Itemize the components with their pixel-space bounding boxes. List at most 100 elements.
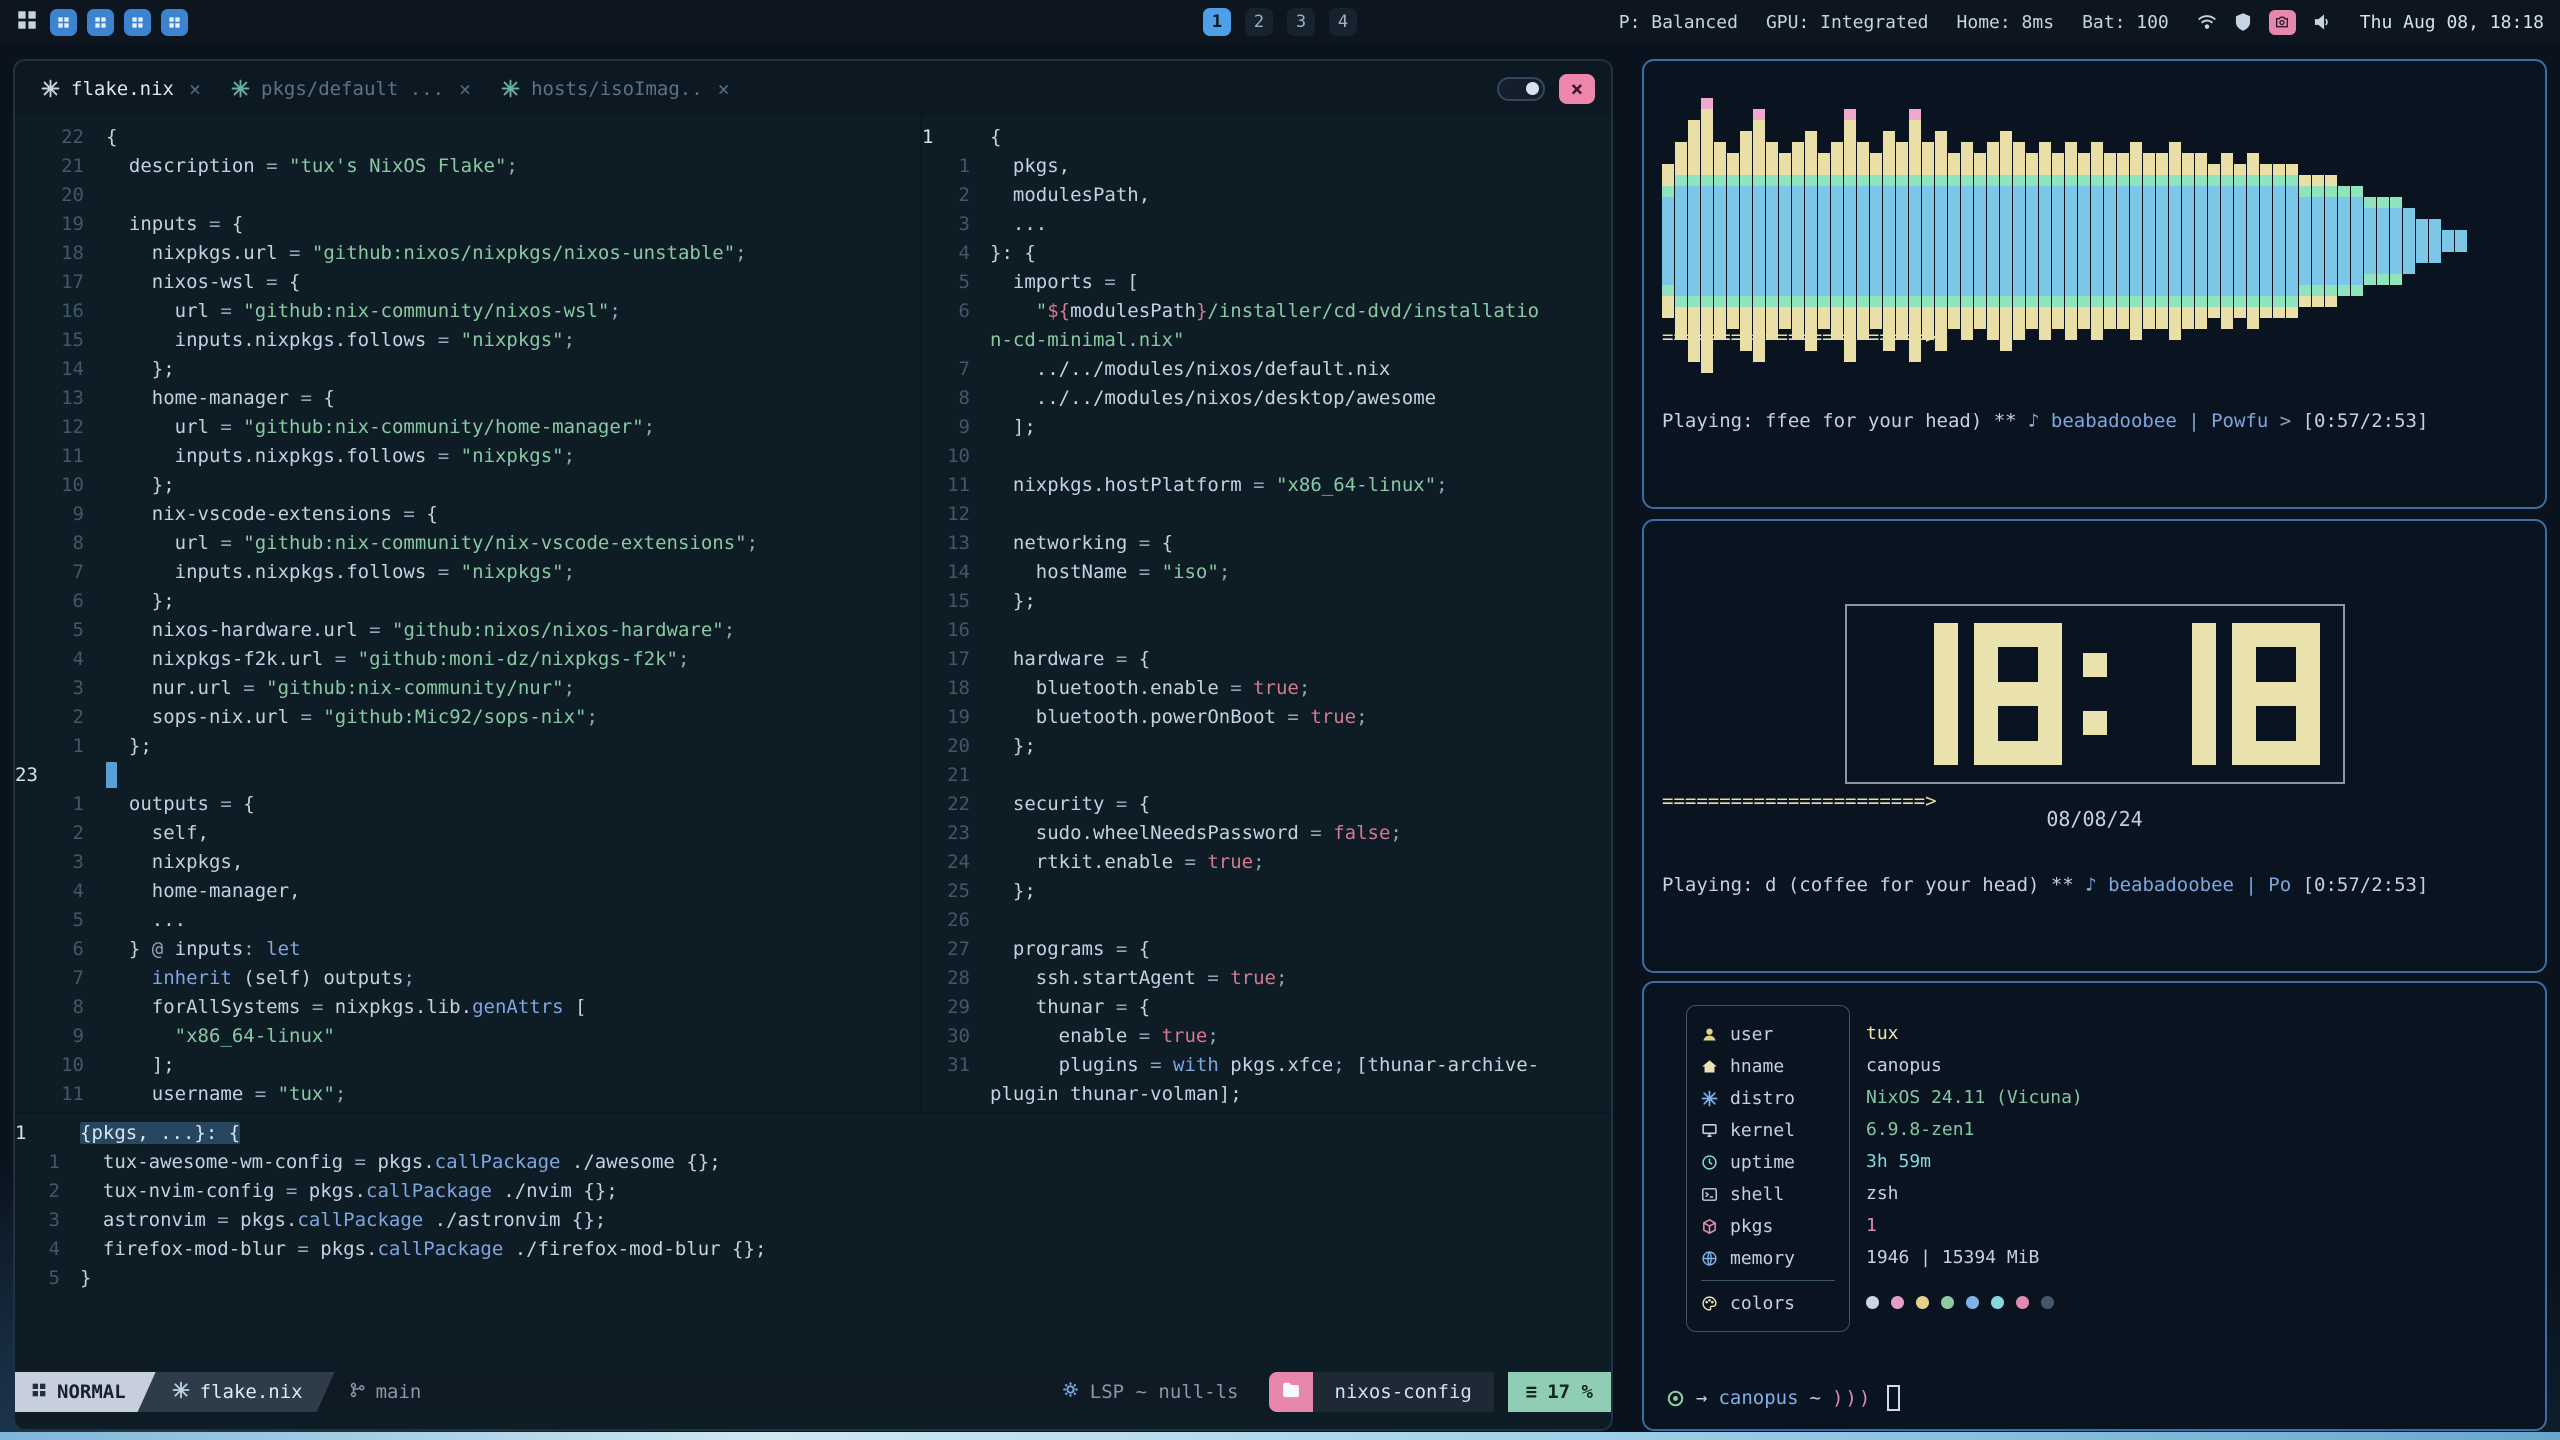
code-line[interactable]: 6 }; bbox=[15, 586, 920, 615]
tab-pkgs-default-[interactable]: pkgs/default ...× bbox=[231, 77, 471, 101]
tab-flake-nix[interactable]: flake.nix× bbox=[41, 77, 201, 101]
shell-prompt[interactable]: → canopus ~ ))) bbox=[1666, 1385, 1900, 1411]
code-line[interactable]: 16 url = "github:nix-community/nixos-wsl… bbox=[15, 296, 920, 325]
code-line[interactable]: 7 inputs.nixpkgs.follows = "nixpkgs"; bbox=[15, 557, 920, 586]
code-line[interactable]: 7 inherit (self) outputs; bbox=[15, 963, 920, 992]
code-line[interactable]: 11 username = "tux"; bbox=[15, 1079, 920, 1108]
code-line[interactable]: 3 ... bbox=[922, 209, 1613, 238]
code-line[interactable]: 29 thunar = { bbox=[922, 992, 1613, 1021]
code-line[interactable]: 23 sudo.wheelNeedsPassword = false; bbox=[922, 818, 1613, 847]
tab-close-icon[interactable]: × bbox=[189, 77, 201, 101]
code-line[interactable]: 7 ../../modules/nixos/default.nix bbox=[922, 354, 1613, 383]
code-line[interactable]: n-cd-minimal.nix" bbox=[922, 325, 1613, 354]
pane-iso-image[interactable]: 1{1 pkgs,2 modulesPath,3 ...4}: {5 impor… bbox=[922, 116, 1613, 1112]
vertical-split-divider[interactable] bbox=[920, 116, 922, 1112]
code-line[interactable]: 20 bbox=[15, 180, 920, 209]
code-line[interactable]: 2 self, bbox=[15, 818, 920, 847]
code-line[interactable]: 9 "x86_64-linux" bbox=[15, 1021, 920, 1050]
code-line[interactable]: 20 }; bbox=[922, 731, 1613, 760]
code-line[interactable]: 2 tux-nvim-config = pkgs.callPackage ./n… bbox=[15, 1176, 1611, 1205]
command-line[interactable] bbox=[15, 1412, 1611, 1429]
workspace-tag-2[interactable]: 2 bbox=[1245, 8, 1273, 36]
code-line[interactable]: 4 nixpkgs-f2k.url = "github:moni-dz/nixp… bbox=[15, 644, 920, 673]
code-line[interactable]: 2 sops-nix.url = "github:Mic92/sops-nix"… bbox=[15, 702, 920, 731]
code-line[interactable]: 8 url = "github:nix-community/nix-vscode… bbox=[15, 528, 920, 557]
code-line[interactable]: 3 nur.url = "github:nix-community/nur"; bbox=[15, 673, 920, 702]
code-line[interactable]: 10 bbox=[922, 441, 1613, 470]
code-line[interactable]: 19 inputs = { bbox=[15, 209, 920, 238]
code-line[interactable]: 14 }; bbox=[15, 354, 920, 383]
code-line[interactable]: 17 nixos-wsl = { bbox=[15, 267, 920, 296]
code-line[interactable]: plugin thunar-volman]; bbox=[922, 1079, 1613, 1108]
code-line[interactable]: 11 inputs.nixpkgs.follows = "nixpkgs"; bbox=[15, 441, 920, 470]
code-line[interactable]: 15 }; bbox=[922, 586, 1613, 615]
code-line[interactable]: 9 nix-vscode-extensions = { bbox=[15, 499, 920, 528]
volume-icon[interactable] bbox=[2312, 12, 2332, 32]
tab-close-icon[interactable]: × bbox=[459, 77, 471, 101]
tab-close-icon[interactable]: × bbox=[718, 77, 730, 101]
code-line[interactable]: 28 ssh.startAgent = true; bbox=[922, 963, 1613, 992]
code-line[interactable]: 17 hardware = { bbox=[922, 644, 1613, 673]
launcher-icon-app-4[interactable] bbox=[161, 9, 188, 36]
tab-hosts-isoImag-[interactable]: hosts/isoImag..× bbox=[501, 77, 730, 101]
code-line[interactable]: 5} bbox=[15, 1263, 1611, 1292]
code-line[interactable]: 14 hostName = "iso"; bbox=[922, 557, 1613, 586]
code-line[interactable]: 4}: { bbox=[922, 238, 1613, 267]
code-line[interactable]: 21 description = "tux's NixOS Flake"; bbox=[15, 151, 920, 180]
window-close-button[interactable]: × bbox=[1559, 74, 1595, 104]
code-line[interactable]: 26 bbox=[922, 905, 1613, 934]
code-line[interactable]: 22{ bbox=[15, 122, 920, 151]
code-line[interactable]: 31 plugins = with pkgs.xfce; [thunar-arc… bbox=[922, 1050, 1613, 1079]
code-line[interactable]: 19 bluetooth.powerOnBoot = true; bbox=[922, 702, 1613, 731]
code-line[interactable]: 3 nixpkgs, bbox=[15, 847, 920, 876]
code-line[interactable]: 22 security = { bbox=[922, 789, 1613, 818]
code-line[interactable]: 13 networking = { bbox=[922, 528, 1613, 557]
code-line[interactable]: 11 nixpkgs.hostPlatform = "x86_64-linux"… bbox=[922, 470, 1613, 499]
code-line[interactable]: 1{ bbox=[922, 122, 1613, 151]
code-line[interactable]: 24 rtkit.enable = true; bbox=[922, 847, 1613, 876]
code-line[interactable]: 18 bluetooth.enable = true; bbox=[922, 673, 1613, 702]
code-line[interactable]: 16 bbox=[922, 615, 1613, 644]
apps-menu-icon[interactable] bbox=[16, 9, 38, 36]
code-line[interactable]: 4 home-manager, bbox=[15, 876, 920, 905]
shield-icon[interactable] bbox=[2233, 12, 2253, 32]
code-line[interactable]: 10 }; bbox=[15, 470, 920, 499]
code-line[interactable]: 8 forAllSystems = nixpkgs.lib.genAttrs [ bbox=[15, 992, 920, 1021]
code-line[interactable]: 2 modulesPath, bbox=[922, 180, 1613, 209]
code-line[interactable]: 12 url = "github:nix-community/home-mana… bbox=[15, 412, 920, 441]
code-line[interactable]: 1 outputs = { bbox=[15, 789, 920, 818]
code-line[interactable]: 21 bbox=[922, 760, 1613, 789]
pane-pkgs-default[interactable]: 1{pkgs, ...}: {1 tux-awesome-wm-config =… bbox=[15, 1114, 1611, 1377]
code-line[interactable]: 6 "${modulesPath}/installer/cd-dvd/insta… bbox=[922, 296, 1613, 325]
code-line[interactable]: 3 astronvim = pkgs.callPackage ./astronv… bbox=[15, 1205, 1611, 1234]
code-line[interactable]: 18 nixpkgs.url = "github:nixos/nixpkgs/n… bbox=[15, 238, 920, 267]
code-line[interactable]: 9 ]; bbox=[922, 412, 1613, 441]
code-line[interactable]: 25 }; bbox=[922, 876, 1613, 905]
code-line[interactable]: 8 ../../modules/nixos/desktop/awesome bbox=[922, 383, 1613, 412]
workspace-tag-3[interactable]: 3 bbox=[1287, 8, 1315, 36]
wifi-icon[interactable] bbox=[2197, 12, 2217, 32]
launcher-icon-app-3[interactable] bbox=[124, 9, 151, 36]
code-line[interactable]: 27 programs = { bbox=[922, 934, 1613, 963]
code-line[interactable]: 15 inputs.nixpkgs.follows = "nixpkgs"; bbox=[15, 325, 920, 354]
code-line[interactable]: 23 bbox=[15, 760, 920, 789]
code-line[interactable]: 12 bbox=[922, 499, 1613, 528]
launcher-icon-app-1[interactable] bbox=[50, 9, 77, 36]
code-line[interactable]: 1 }; bbox=[15, 731, 920, 760]
code-line[interactable]: 1 pkgs, bbox=[922, 151, 1613, 180]
code-line[interactable]: 30 enable = true; bbox=[922, 1021, 1613, 1050]
code-line[interactable]: 5 imports = [ bbox=[922, 267, 1613, 296]
launcher-icon-app-2[interactable] bbox=[87, 9, 114, 36]
code-line[interactable]: 6 } @ inputs: let bbox=[15, 934, 920, 963]
pane-flake-nix[interactable]: 22{21 description = "tux's NixOS Flake";… bbox=[15, 116, 920, 1112]
screenshot-icon[interactable] bbox=[2269, 10, 2296, 35]
code-line[interactable]: 13 home-manager = { bbox=[15, 383, 920, 412]
code-line[interactable]: 5 nixos-hardware.url = "github:nixos/nix… bbox=[15, 615, 920, 644]
code-line[interactable]: 4 firefox-mod-blur = pkgs.callPackage ./… bbox=[15, 1234, 1611, 1263]
code-line[interactable]: 1 tux-awesome-wm-config = pkgs.callPacka… bbox=[15, 1147, 1611, 1176]
workspace-tag-4[interactable]: 4 bbox=[1329, 8, 1357, 36]
toggle-pill-icon[interactable] bbox=[1497, 77, 1545, 101]
workspace-tag-1[interactable]: 1 bbox=[1203, 8, 1231, 36]
code-line[interactable]: 10 ]; bbox=[15, 1050, 920, 1079]
code-line[interactable]: 1{pkgs, ...}: { bbox=[15, 1118, 1611, 1147]
